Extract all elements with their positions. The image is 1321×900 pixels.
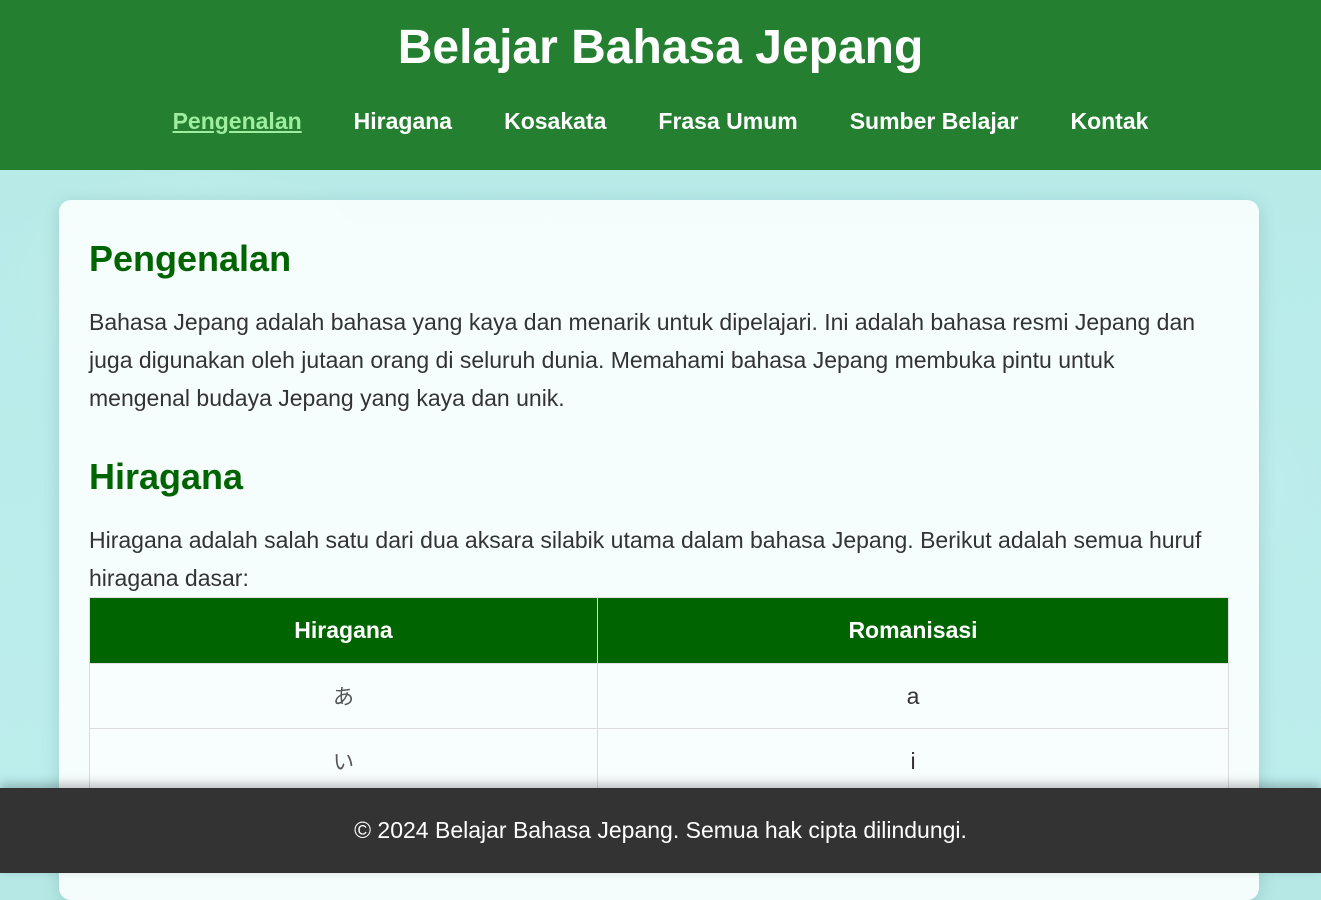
nav-link-kosakata[interactable]: Kosakata bbox=[504, 104, 606, 138]
table-header-romanisasi: Romanisasi bbox=[597, 597, 1229, 664]
site-footer: © 2024 Belajar Bahasa Jepang. Semua hak … bbox=[0, 788, 1321, 873]
table-cell-hiragana: あ bbox=[89, 663, 598, 729]
table-cell-romanisasi: a bbox=[597, 663, 1229, 729]
nav-link-sumber-belajar[interactable]: Sumber Belajar bbox=[850, 104, 1019, 138]
section-heading-hiragana: Hiragana bbox=[89, 456, 244, 497]
table-cell-hiragana: い bbox=[89, 728, 598, 794]
site-header: Belajar Bahasa Jepang Pengenalan Hiragan… bbox=[0, 0, 1321, 170]
footer-copyright: © 2024 Belajar Bahasa Jepang. Semua hak … bbox=[354, 817, 967, 843]
site-title: Belajar Bahasa Jepang bbox=[397, 21, 924, 74]
table-cell-romanisasi: i bbox=[597, 728, 1229, 794]
section-heading-pengenalan: Pengenalan bbox=[89, 238, 292, 279]
nav-link-kontak[interactable]: Kontak bbox=[1070, 104, 1148, 138]
nav-link-hiragana[interactable]: Hiragana bbox=[354, 104, 452, 138]
table-row: あ a bbox=[89, 663, 1229, 729]
table-row: い i bbox=[89, 728, 1229, 794]
section-text-pengenalan: Bahasa Jepang adalah bahasa yang kaya da… bbox=[89, 309, 1196, 411]
nav-link-frasa-umum[interactable]: Frasa Umum bbox=[658, 104, 797, 138]
main-nav: Pengenalan Hiragana Kosakata Frasa Umum … bbox=[0, 104, 1321, 138]
table-header-row: Hiragana Romanisasi bbox=[89, 597, 1229, 664]
hiragana-table: Hiragana Romanisasi あ a い i bbox=[89, 597, 1229, 794]
nav-link-pengenalan[interactable]: Pengenalan bbox=[173, 104, 302, 138]
table-header-hiragana: Hiragana bbox=[89, 597, 598, 664]
section-text-hiragana: Hiragana adalah salah satu dari dua aksa… bbox=[89, 527, 1202, 591]
